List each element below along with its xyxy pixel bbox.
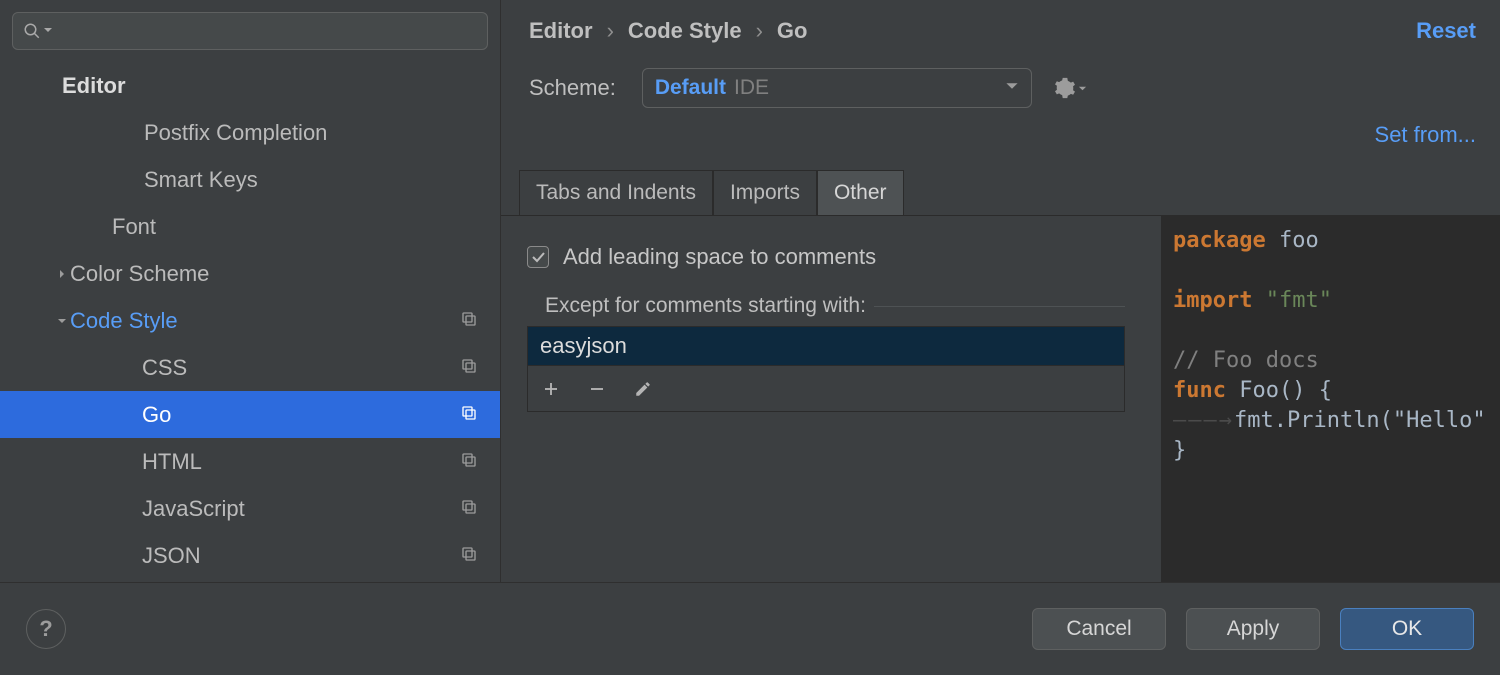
settings-pane: Add leading space to comments Except for… bbox=[501, 216, 1161, 582]
scheme-icon bbox=[460, 496, 478, 522]
ok-button[interactable]: OK bbox=[1340, 608, 1474, 650]
scheme-icon bbox=[460, 449, 478, 475]
tree-item[interactable]: Go bbox=[0, 391, 500, 438]
ident: foo bbox=[1266, 228, 1319, 253]
reset-link[interactable]: Reset bbox=[1416, 18, 1476, 44]
search-input[interactable] bbox=[12, 12, 488, 50]
gear-icon[interactable] bbox=[1054, 77, 1087, 99]
crumb-0[interactable]: Editor bbox=[529, 18, 593, 44]
scheme-icon bbox=[460, 355, 478, 381]
tree-item[interactable]: CSS bbox=[0, 344, 500, 391]
chevron-icon bbox=[54, 316, 70, 326]
add-button[interactable] bbox=[542, 380, 560, 398]
tree-head-label: Editor bbox=[62, 73, 126, 99]
edit-button[interactable] bbox=[634, 380, 652, 398]
scheme-icon bbox=[460, 402, 478, 428]
scheme-name: Default bbox=[655, 76, 726, 100]
code-preview: package foo import "fmt" // Foo docs fun… bbox=[1161, 216, 1500, 582]
scheme-icon bbox=[460, 308, 478, 334]
tabs: Tabs and Indents Imports Other bbox=[501, 170, 1500, 216]
tree-item-label: Color Scheme bbox=[70, 261, 209, 287]
dialog-footer: ? Cancel Apply OK bbox=[0, 582, 1500, 675]
except-list: easyjson bbox=[527, 326, 1125, 412]
tree-item[interactable]: JSON bbox=[0, 532, 500, 579]
tree-item-label: Code Style bbox=[70, 308, 178, 334]
breadcrumb: Editor › Code Style › Go bbox=[529, 18, 807, 44]
help-button[interactable]: ? bbox=[26, 609, 66, 649]
settings-tree: Editor Postfix Completion Smart Keys Font C… bbox=[0, 58, 500, 582]
scheme-tag: IDE bbox=[734, 76, 769, 100]
tree-item-label: HTML bbox=[142, 449, 202, 475]
tree-item-label: CSS bbox=[142, 355, 187, 381]
tree-item[interactable]: Font bbox=[0, 203, 500, 250]
list-item-text: easyjson bbox=[540, 333, 627, 359]
code: fmt.Println("Hello" bbox=[1234, 408, 1486, 433]
tree-item[interactable]: JavaScript bbox=[0, 485, 500, 532]
tree-item-label: Font bbox=[112, 214, 156, 240]
indent-guide: ———→ bbox=[1173, 408, 1234, 433]
kw: func bbox=[1173, 378, 1226, 403]
leading-space-label: Add leading space to comments bbox=[563, 244, 876, 270]
list-item[interactable]: easyjson bbox=[528, 327, 1124, 365]
kw: import bbox=[1173, 288, 1252, 313]
except-label: Except for comments starting with: bbox=[545, 294, 866, 318]
tree-item-label: Go bbox=[142, 402, 171, 428]
ident: Foo() { bbox=[1226, 378, 1332, 403]
scheme-icon bbox=[460, 543, 478, 569]
tree-item[interactable]: Postfix Completion bbox=[0, 109, 500, 156]
scheme-label: Scheme: bbox=[529, 75, 616, 101]
tree-item-label: Postfix Completion bbox=[144, 120, 327, 146]
cancel-button[interactable]: Cancel bbox=[1032, 608, 1166, 650]
settings-sidebar: Editor Postfix Completion Smart Keys Font C… bbox=[0, 0, 501, 582]
kw: package bbox=[1173, 228, 1266, 253]
divider bbox=[874, 306, 1125, 307]
leading-space-checkbox[interactable] bbox=[527, 246, 549, 268]
crumb-2[interactable]: Go bbox=[777, 18, 808, 44]
comment: // Foo docs bbox=[1173, 348, 1319, 373]
remove-button[interactable] bbox=[588, 380, 606, 398]
crumb-sep: › bbox=[756, 18, 763, 44]
tree-item-label: JavaScript bbox=[142, 496, 245, 522]
tab-tabs-and-indents[interactable]: Tabs and Indents bbox=[519, 170, 713, 215]
str: "fmt" bbox=[1252, 288, 1331, 313]
apply-button[interactable]: Apply bbox=[1186, 608, 1320, 650]
tree-item[interactable]: Code Style bbox=[0, 297, 500, 344]
tree-item[interactable]: Smart Keys bbox=[0, 156, 500, 203]
set-from-link[interactable]: Set from... bbox=[1375, 122, 1476, 148]
dropdown-icon bbox=[43, 22, 53, 40]
main-panel: Editor › Code Style › Go Reset Scheme: D… bbox=[501, 0, 1500, 582]
tree-item-label: JSON bbox=[142, 543, 201, 569]
tab-other[interactable]: Other bbox=[817, 170, 904, 215]
chevron-down-icon bbox=[1005, 79, 1019, 98]
tree-item-label: Smart Keys bbox=[144, 167, 258, 193]
crumb-1[interactable]: Code Style bbox=[628, 18, 742, 44]
scheme-select[interactable]: Default IDE bbox=[642, 68, 1032, 108]
crumb-sep: › bbox=[607, 18, 614, 44]
tree-item[interactable]: Color Scheme bbox=[0, 250, 500, 297]
code: } bbox=[1173, 438, 1186, 463]
tree-item[interactable]: HTML bbox=[0, 438, 500, 485]
tab-imports[interactable]: Imports bbox=[713, 170, 817, 215]
search-icon bbox=[23, 22, 41, 40]
tree-head-editor[interactable]: Editor bbox=[0, 62, 500, 109]
chevron-icon bbox=[54, 269, 70, 279]
